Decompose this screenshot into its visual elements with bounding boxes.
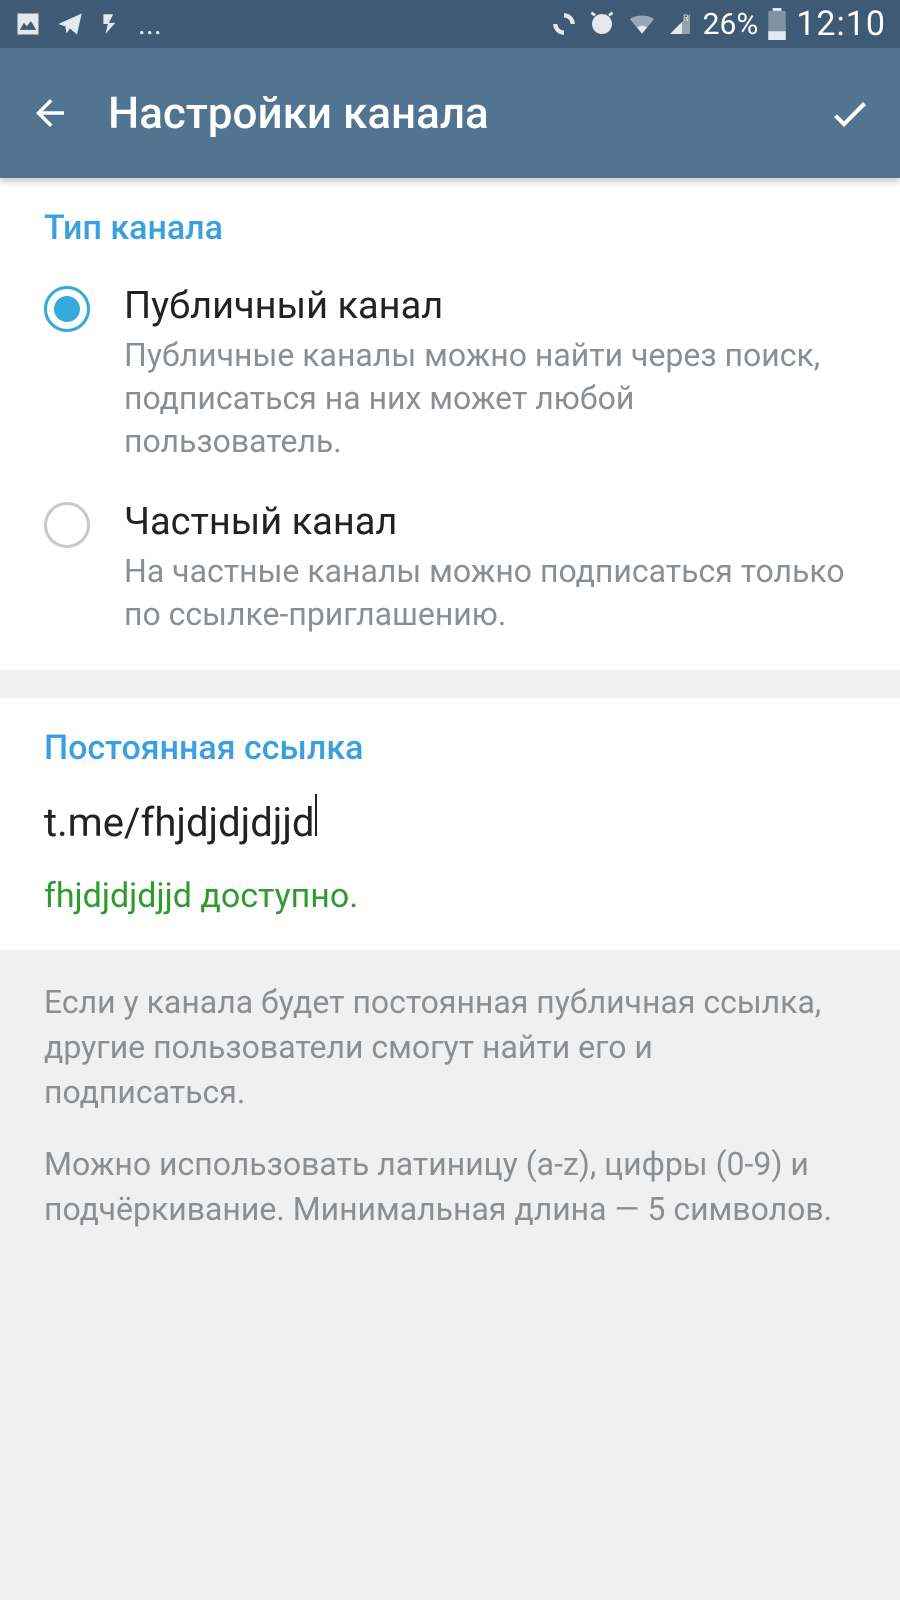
- permalink-availability: fhjdjdjdjjd доступно.: [44, 876, 856, 916]
- image-icon: [14, 10, 42, 38]
- status-bar: ... R 26% 12:10: [0, 0, 900, 48]
- permalink-info-p2: Можно использовать латиницу (a-z), цифры…: [44, 1142, 856, 1232]
- signal-icon: R: [667, 12, 693, 36]
- roaming-icon: [98, 11, 124, 37]
- telegram-icon: [56, 10, 84, 38]
- svg-text:R: R: [683, 14, 689, 24]
- back-button[interactable]: [20, 83, 80, 143]
- radio-private-title: Частный канал: [124, 500, 856, 544]
- confirm-button[interactable]: [820, 83, 880, 143]
- channel-type-header: Тип канала: [44, 208, 856, 248]
- radio-public-channel[interactable]: Публичный канал Публичные каналы можно н…: [44, 274, 856, 490]
- permalink-info-p1: Если у канала будет постоянная публичная…: [44, 980, 856, 1114]
- radio-public-desc: Публичные каналы можно найти через поиск…: [124, 334, 856, 464]
- wifi-icon: [627, 12, 657, 36]
- channel-type-section: Тип канала Публичный канал Публичные кан…: [0, 178, 900, 670]
- permalink-info: Если у канала будет постоянная публичная…: [0, 950, 900, 1262]
- sync-icon: [551, 11, 577, 37]
- app-bar: Настройки канала: [0, 48, 900, 178]
- clock: 12:10: [796, 4, 886, 44]
- status-more: ...: [138, 7, 162, 42]
- radio-indicator-unselected: [44, 502, 90, 548]
- status-right: R 26% 12:10: [551, 4, 886, 44]
- permalink-value: fhjdjdjdjjd: [140, 799, 314, 846]
- battery-icon: [768, 8, 786, 40]
- radio-indicator-selected: [44, 286, 90, 332]
- status-left: ...: [14, 7, 162, 42]
- permalink-header: Постоянная ссылка: [44, 728, 856, 768]
- permalink-prefix: t.me/: [44, 799, 140, 846]
- permalink-section: Постоянная ссылка t.me/fhjdjdjdjjd fhjdj…: [0, 698, 900, 950]
- radio-public-title: Публичный канал: [124, 284, 856, 328]
- text-caret: [315, 794, 317, 836]
- battery-percent: 26%: [703, 7, 759, 42]
- radio-private-desc: На частные каналы можно подписаться толь…: [124, 550, 856, 636]
- permalink-field[interactable]: t.me/fhjdjdjdjjd: [44, 794, 856, 846]
- alarm-icon: [587, 9, 617, 39]
- page-title: Настройки канала: [108, 87, 820, 139]
- radio-private-channel[interactable]: Частный канал На частные каналы можно по…: [44, 490, 856, 636]
